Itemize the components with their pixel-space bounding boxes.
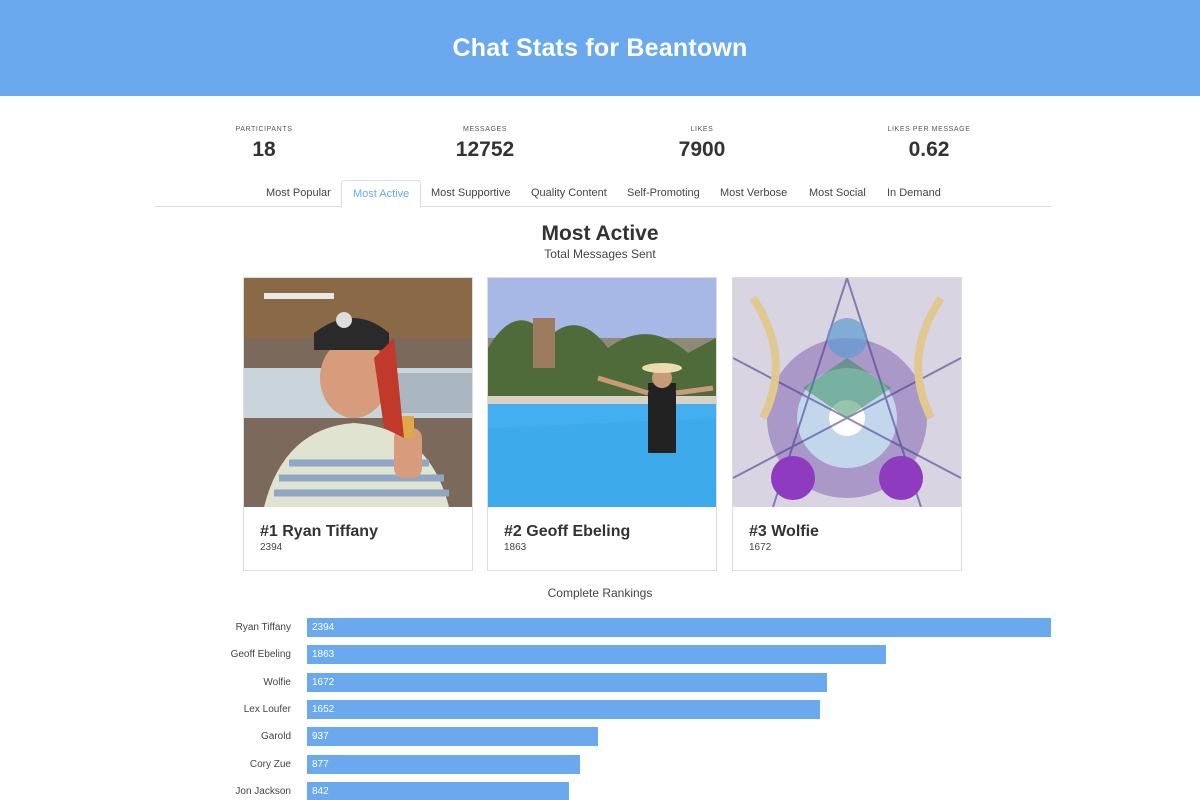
- card-count: 1672: [749, 542, 772, 553]
- ranking-row: Cory Zue 877: [0, 755, 1200, 774]
- ranking-name: Ryan Tiffany: [235, 622, 291, 633]
- profile-photo: [244, 278, 472, 507]
- ranking-name: Wolfie: [263, 677, 291, 688]
- ranking-value: 877: [312, 759, 329, 770]
- top-card-1[interactable]: #1 Ryan Tiffany 2394: [243, 277, 473, 571]
- ranking-row: Jon Jackson 842: [0, 782, 1200, 800]
- tab-most-supportive[interactable]: Most Supportive: [420, 180, 521, 207]
- stat-likes-per-message: LIKES PER MESSAGE 0.62: [829, 126, 1029, 162]
- ranking-value: 2394: [312, 622, 335, 633]
- ranking-row: Garold 937: [0, 727, 1200, 746]
- card-name: #3 Wolfie: [749, 523, 819, 540]
- ranking-value: 1863: [312, 649, 335, 660]
- page-header: Chat Stats for Beantown: [0, 0, 1200, 96]
- stat-participants: PARTICIPANTS 18: [164, 126, 364, 162]
- stat-label: PARTICIPANTS: [235, 126, 293, 133]
- stat-value: 7900: [678, 138, 726, 161]
- tab-quality-content[interactable]: Quality Content: [520, 180, 618, 207]
- page-title: Chat Stats for Beantown: [452, 33, 748, 62]
- tab-in-demand[interactable]: In Demand: [876, 180, 952, 207]
- ranking-name: Cory Zue: [249, 759, 291, 770]
- card-name: #2 Geoff Ebeling: [504, 523, 631, 540]
- profile-photo: [488, 278, 716, 507]
- profile-photo: [733, 278, 961, 507]
- tab-self-promoting[interactable]: Self-Promoting: [616, 180, 711, 207]
- ranking-row: Geoff Ebeling 1863: [0, 645, 1200, 664]
- ranking-value: 1672: [312, 677, 335, 688]
- stat-value: 12752: [455, 138, 515, 161]
- ranking-bar: 2394: [307, 618, 1051, 637]
- stats-summary: PARTICIPANTS 18 MESSAGES 12752 LIKES 790…: [0, 126, 1200, 170]
- ranking-bar: 842: [307, 782, 569, 800]
- ranking-bar: 1863: [307, 645, 886, 664]
- tab-most-verbose[interactable]: Most Verbose: [709, 180, 798, 207]
- ranking-name: Garold: [260, 731, 291, 742]
- ranking-row: Wolfie 1672: [0, 673, 1200, 692]
- card-count: 2394: [260, 542, 283, 553]
- ranking-bar: 937: [307, 727, 598, 746]
- ranking-row: Ryan Tiffany 2394: [0, 618, 1200, 637]
- card-name: #1 Ryan Tiffany: [260, 523, 378, 540]
- rankings-title: Complete Rankings: [547, 586, 653, 600]
- top-card-2[interactable]: #2 Geoff Ebeling 1863: [487, 277, 717, 571]
- stat-likes: LIKES 7900: [602, 126, 802, 162]
- section-title: Most Active: [541, 222, 659, 245]
- ranking-name: Jon Jackson: [235, 786, 291, 797]
- category-tabs: Most Popular Most Active Most Supportive…: [155, 180, 1052, 208]
- tab-most-popular[interactable]: Most Popular: [255, 180, 342, 207]
- ranking-value: 1652: [312, 704, 335, 715]
- ranking-bar: 1672: [307, 673, 827, 692]
- ranking-value: 937: [312, 731, 329, 742]
- section-subtitle: Total Messages Sent: [544, 247, 656, 261]
- top-card-3[interactable]: #3 Wolfie 1672: [732, 277, 962, 571]
- stat-label: LIKES: [690, 126, 714, 133]
- tab-most-social[interactable]: Most Social: [798, 180, 877, 207]
- ranking-name: Geoff Ebeling: [230, 649, 291, 660]
- stat-label: LIKES PER MESSAGE: [887, 126, 971, 133]
- ranking-bar: 877: [307, 755, 580, 774]
- ranking-row: Lex Loufer 1652: [0, 700, 1200, 719]
- stat-value: 18: [252, 138, 276, 161]
- photo-image: [488, 278, 716, 507]
- stat-value: 0.62: [908, 138, 950, 161]
- stat-label: MESSAGES: [462, 126, 508, 133]
- photo-image: [733, 278, 961, 507]
- ranking-bar: 1652: [307, 700, 820, 719]
- photo-image: [244, 278, 472, 507]
- stat-messages: MESSAGES 12752: [385, 126, 585, 162]
- ranking-name: Lex Loufer: [243, 704, 291, 715]
- card-count: 1863: [504, 542, 527, 553]
- tab-most-active[interactable]: Most Active: [341, 180, 422, 208]
- ranking-value: 842: [312, 786, 329, 797]
